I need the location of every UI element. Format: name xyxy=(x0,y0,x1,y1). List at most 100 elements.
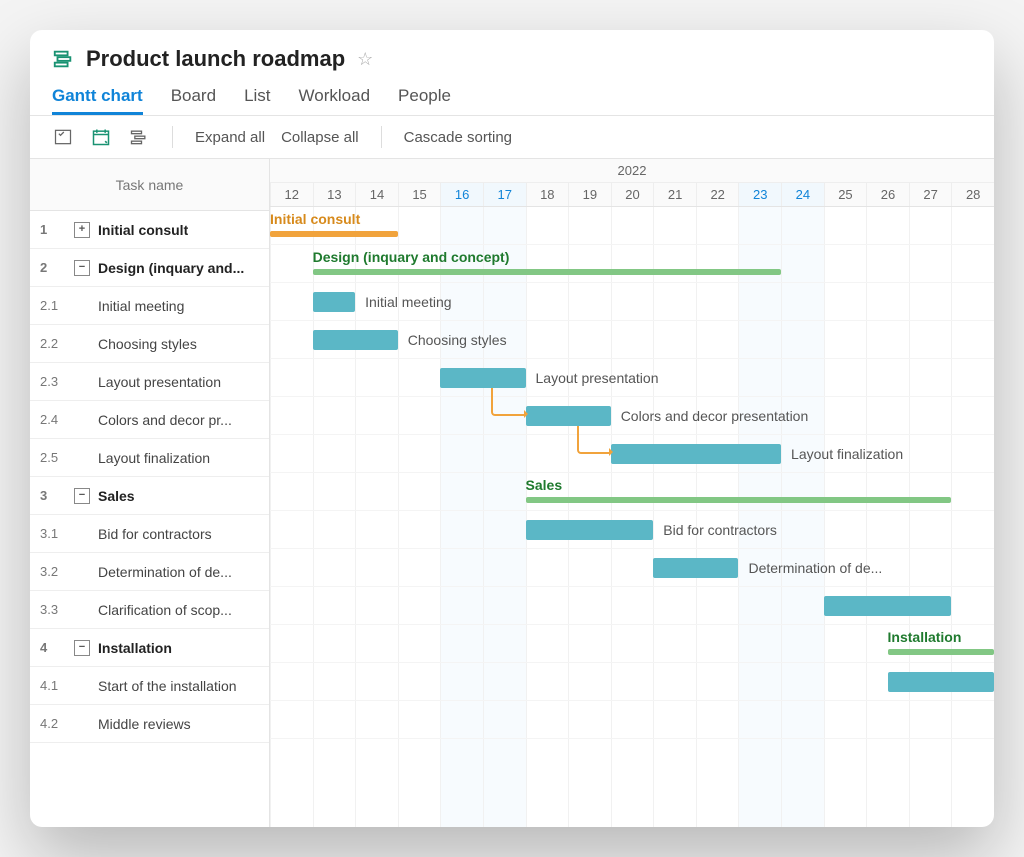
gantt-bar-label: Initial meeting xyxy=(365,294,451,310)
task-label: Colors and decor pr... xyxy=(98,412,232,428)
cascade-sorting-button[interactable]: Cascade sorting xyxy=(404,129,512,146)
day-header: 20 xyxy=(611,183,654,206)
collapse-icon[interactable]: − xyxy=(74,488,90,504)
task-number: 2.2 xyxy=(40,336,66,351)
task-group-row[interactable]: 3−Sales xyxy=(30,477,269,515)
collapse-icon[interactable]: − xyxy=(74,260,90,276)
gantt-task-bar[interactable]: Layout presentation xyxy=(440,368,525,388)
task-label: Choosing styles xyxy=(98,336,197,352)
task-name-header: Task name xyxy=(30,159,269,211)
gantt-task-bar[interactable] xyxy=(824,596,952,616)
gantt-bar-label: Choosing styles xyxy=(408,332,507,348)
task-group-row[interactable]: 1+Initial consult xyxy=(30,211,269,249)
task-row[interactable]: 2.1 Initial meeting xyxy=(30,287,269,325)
task-row[interactable]: 4.1Start of the installation xyxy=(30,667,269,705)
gantt-task-bar[interactable]: Initial meeting xyxy=(313,292,356,312)
task-number: 3 xyxy=(40,488,66,503)
gantt-task-bar[interactable]: Layout finalization xyxy=(611,444,781,464)
gantt-summary-bar[interactable] xyxy=(888,649,994,655)
task-label: Initial meeting xyxy=(98,298,184,314)
day-header: 15 xyxy=(398,183,441,206)
gantt-bar-label: Determination of de... xyxy=(748,560,882,576)
task-label: Layout finalization xyxy=(98,450,210,466)
task-label: Determination of de... xyxy=(98,564,232,580)
task-row[interactable]: 4.2 Middle reviews xyxy=(30,705,269,743)
task-label: Start of the installation xyxy=(98,678,237,694)
divider xyxy=(381,126,382,148)
dependency-arrow xyxy=(491,388,525,416)
gantt-summary-bar[interactable] xyxy=(526,497,952,503)
task-number: 4 xyxy=(40,640,66,655)
day-header: 13 xyxy=(313,183,356,206)
gantt-summary-bar[interactable] xyxy=(313,269,781,275)
day-header: 18 xyxy=(526,183,569,206)
day-header: 14 xyxy=(355,183,398,206)
collapse-icon[interactable]: − xyxy=(74,640,90,656)
task-row[interactable]: 2.4 Colors and decor pr... xyxy=(30,401,269,439)
timeline-days: 1213141516171819202122232425262728 xyxy=(270,183,994,206)
task-number: 2.1 xyxy=(40,298,66,313)
task-row[interactable]: 3.1 Bid for contractors xyxy=(30,515,269,553)
gantt-task-bar[interactable] xyxy=(888,672,994,692)
tab-gantt-chart[interactable]: Gantt chart xyxy=(52,86,143,115)
task-label: Middle reviews xyxy=(98,716,191,732)
task-group-row[interactable]: 4−Installation xyxy=(30,629,269,667)
day-header: 12 xyxy=(270,183,313,206)
task-group-row[interactable]: 2−Design (inquary and... xyxy=(30,249,269,287)
task-number: 2 xyxy=(40,260,66,275)
list-view-icon[interactable] xyxy=(52,126,74,148)
favorite-star-icon[interactable]: ☆ xyxy=(357,49,373,70)
day-header: 16 xyxy=(440,183,483,206)
task-number: 4.2 xyxy=(40,716,66,731)
tab-people[interactable]: People xyxy=(398,86,451,115)
task-label: Bid for contractors xyxy=(98,526,212,542)
task-label: Layout presentation xyxy=(98,374,221,390)
day-header: 19 xyxy=(568,183,611,206)
divider xyxy=(172,126,173,148)
task-label: Sales xyxy=(98,488,135,504)
gantt-summary-label: Design (inquary and concept) xyxy=(313,249,510,265)
tab-workload[interactable]: Workload xyxy=(299,86,371,115)
expand-all-button[interactable]: Expand all xyxy=(195,129,265,146)
tab-list[interactable]: List xyxy=(244,86,270,115)
task-list-column: Task name 1+Initial consult2−Design (inq… xyxy=(30,159,270,827)
day-header: 21 xyxy=(653,183,696,206)
gantt-summary-label: Initial consult xyxy=(270,211,360,227)
expand-icon[interactable]: + xyxy=(74,222,90,238)
task-label: Installation xyxy=(98,640,172,656)
app-window: Product launch roadmap ☆ Gantt chartBoar… xyxy=(30,30,994,827)
gantt-task-bar[interactable]: Choosing styles xyxy=(313,330,398,350)
task-number: 1 xyxy=(40,222,66,237)
task-row[interactable]: 2.3Layout presentation xyxy=(30,363,269,401)
gantt-task-bar[interactable]: Bid for contractors xyxy=(526,520,654,540)
gantt-chart[interactable]: 2022 1213141516171819202122232425262728 … xyxy=(270,159,994,827)
task-row[interactable]: 3.3Clarification of scop... xyxy=(30,591,269,629)
view-tabs: Gantt chart Board List Workload People xyxy=(52,86,972,115)
gantt-task-bar[interactable]: Colors and decor presentation xyxy=(526,406,611,426)
timeline-year: 2022 xyxy=(270,159,994,183)
toolbar: Expand all Collapse all Cascade sorting xyxy=(30,115,994,159)
day-header: 25 xyxy=(824,183,867,206)
day-header: 27 xyxy=(909,183,952,206)
task-row[interactable]: 3.2Determination of de... xyxy=(30,553,269,591)
task-number: 2.4 xyxy=(40,412,66,427)
gantt-summary-label: Sales xyxy=(526,477,563,493)
gantt-bar-label: Layout presentation xyxy=(536,370,659,386)
gantt-view-icon[interactable] xyxy=(128,126,150,148)
gantt-summary-label: Installation xyxy=(888,629,962,645)
tab-board[interactable]: Board xyxy=(171,86,216,115)
gantt-task-bar[interactable]: Determination of de... xyxy=(653,558,738,578)
gantt-bar-label: Bid for contractors xyxy=(663,522,777,538)
task-number: 3.3 xyxy=(40,602,66,617)
calendar-view-icon[interactable] xyxy=(90,126,112,148)
roadmap-icon xyxy=(52,48,74,70)
gantt-summary-bar[interactable] xyxy=(270,231,398,237)
task-row[interactable]: 2.2 Choosing styles xyxy=(30,325,269,363)
gantt-bar-label: Colors and decor presentation xyxy=(621,408,809,424)
task-row[interactable]: 2.5Layout finalization xyxy=(30,439,269,477)
collapse-all-button[interactable]: Collapse all xyxy=(281,129,359,146)
day-header: 26 xyxy=(866,183,909,206)
gantt-bar-label: Layout finalization xyxy=(791,446,903,462)
task-number: 3.1 xyxy=(40,526,66,541)
header: Product launch roadmap ☆ Gantt chartBoar… xyxy=(30,30,994,115)
